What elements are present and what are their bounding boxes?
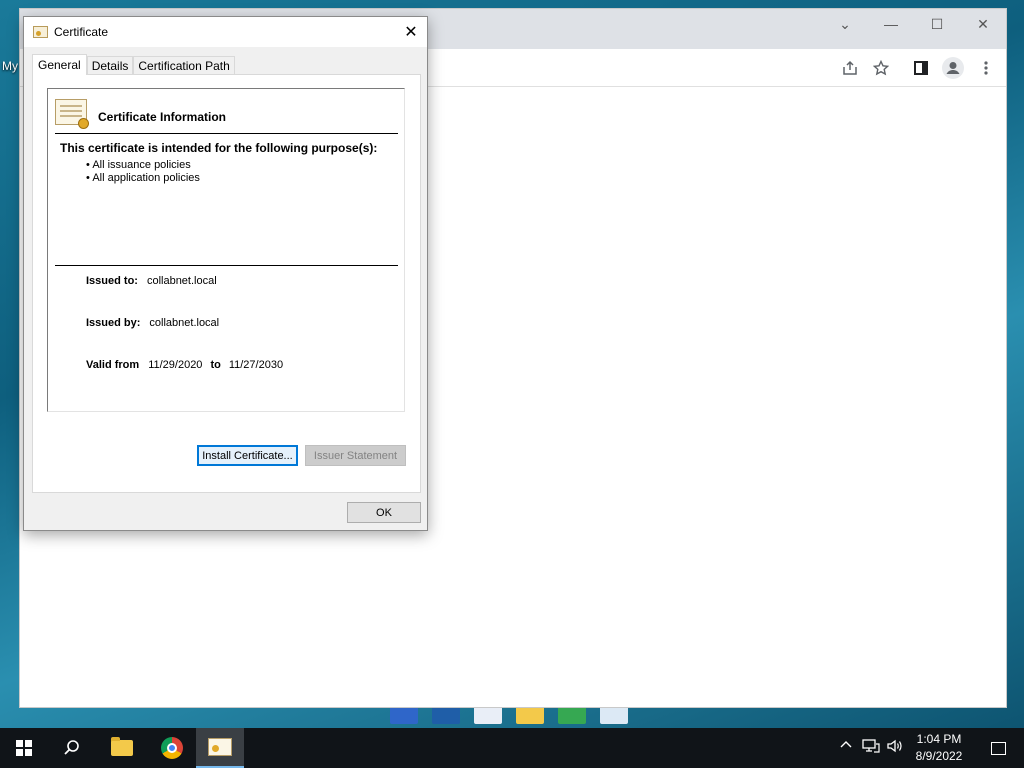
certificate-info-box: Certificate Information This certificate…: [47, 88, 405, 412]
taskbar: 1:04 PM 8/9/2022: [0, 728, 1024, 768]
chrome-icon: [161, 737, 183, 759]
minimize-button[interactable]: —: [868, 9, 914, 39]
purpose-heading: This certificate is intended for the fol…: [60, 141, 378, 155]
desktop-file-icon[interactable]: [600, 706, 628, 724]
tab-certification-path[interactable]: Certification Path: [133, 56, 235, 75]
certificate-dialog: Certificate ✕ General Details Certificat…: [23, 16, 428, 531]
desktop-window-icon[interactable]: [474, 706, 502, 724]
tab-search-icon[interactable]: ⌄: [822, 9, 868, 39]
share-icon[interactable]: [838, 56, 862, 80]
divider: [55, 265, 398, 266]
dialog-title: Certificate: [54, 25, 109, 39]
certificate-icon: [208, 738, 232, 756]
desktop-shortcut-icon[interactable]: [390, 706, 418, 724]
volume-icon[interactable]: [886, 738, 904, 757]
issued-to-row: Issued to: collabnet.local: [86, 275, 217, 287]
valid-from-label: Valid from: [86, 359, 140, 371]
issued-by-label: Issued by:: [86, 317, 141, 329]
certificate-icon: [33, 26, 48, 38]
notification-icon: [990, 741, 1006, 755]
network-icon[interactable]: [862, 738, 880, 757]
profile-icon[interactable]: [941, 56, 965, 80]
tab-general[interactable]: General: [32, 54, 87, 75]
certificate-info-heading: Certificate Information: [98, 110, 227, 124]
maximize-button[interactable]: ☐: [914, 9, 960, 39]
close-window-button[interactable]: ✕: [960, 9, 1006, 39]
taskbar-search-button[interactable]: [48, 728, 96, 768]
star-icon[interactable]: [869, 56, 893, 80]
tab-strip: General Details Certification Path: [32, 54, 235, 75]
issued-by-value[interactable]: collabnet.local: [149, 317, 219, 329]
issued-to-value[interactable]: collabnet.local: [147, 275, 217, 287]
purpose-item: All issuance policies: [86, 159, 200, 172]
valid-to-label: to: [210, 359, 221, 371]
issued-to-label: Issued to:: [86, 275, 138, 287]
file-explorer-button[interactable]: [98, 728, 146, 768]
install-certificate-button[interactable]: Install Certificate...: [197, 445, 298, 466]
purpose-item: All application policies: [86, 172, 200, 185]
desktop-folder-icon[interactable]: [516, 706, 544, 724]
certificate-taskbar-button[interactable]: [196, 728, 244, 768]
chevron-up-icon[interactable]: [840, 738, 852, 754]
certificate-seal-icon: [55, 99, 89, 129]
ok-button[interactable]: OK: [347, 502, 421, 523]
issued-by-row: Issued by: collabnet.local: [86, 317, 219, 329]
file-explorer-icon: [111, 737, 133, 756]
start-button[interactable]: [0, 728, 48, 768]
issuer-statement-button[interactable]: Issuer Statement: [305, 445, 406, 466]
tab-details[interactable]: Details: [86, 56, 134, 75]
side-panel-icon[interactable]: [909, 56, 933, 80]
clock-date: 8/9/2022: [915, 749, 963, 763]
valid-from-value[interactable]: 11/29/2020: [148, 359, 202, 371]
notification-center-button[interactable]: [978, 728, 1018, 768]
valid-to-value[interactable]: 11/27/2030: [229, 359, 283, 371]
search-icon: [64, 740, 79, 755]
windows-start-icon: [16, 740, 32, 756]
desktop-chrome-icon[interactable]: [558, 706, 586, 724]
chrome-taskbar-button[interactable]: [148, 728, 196, 768]
purpose-list: All issuance policies All application po…: [86, 159, 200, 185]
general-tab-panel: Certificate Information This certificate…: [32, 74, 421, 493]
dialog-titlebar[interactable]: Certificate ✕: [24, 17, 427, 47]
system-clock[interactable]: 1:04 PM 8/9/2022: [910, 731, 968, 765]
desktop-icon-label[interactable]: My: [2, 59, 18, 73]
clock-time: 1:04 PM: [916, 732, 962, 746]
validity-row: Valid from 11/29/2020 to 11/27/2030: [86, 359, 283, 371]
close-icon[interactable]: ✕: [395, 17, 427, 47]
desktop-settings-icon[interactable]: [432, 706, 460, 724]
menu-icon[interactable]: [974, 56, 998, 80]
divider: [55, 133, 398, 134]
